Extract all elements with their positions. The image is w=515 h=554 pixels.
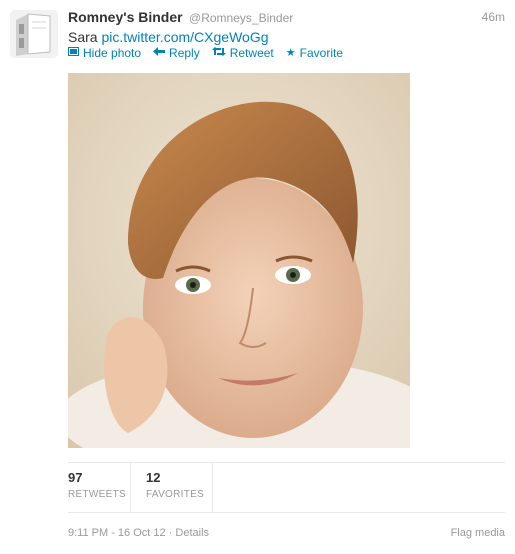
- binder-icon: [10, 10, 58, 58]
- meta-separator: ·: [168, 527, 173, 539]
- tweet-actions: Hide photo Reply Retweet ★ Favorite: [68, 46, 355, 60]
- tweet-text: Sara pic.twitter.com/CXgeWoGg: [68, 29, 269, 45]
- tweet-body: Sara: [68, 29, 98, 45]
- star-icon: ★: [285, 46, 296, 59]
- reply-icon: [153, 47, 166, 59]
- stats-top-divider: [68, 462, 505, 463]
- tweet-timestamp: 9:11 PM - 16 Oct 12: [68, 527, 166, 539]
- reply-label: Reply: [169, 46, 200, 60]
- retweet-label: Retweet: [229, 46, 274, 60]
- favorites-count: 12: [146, 470, 161, 485]
- retweets-count: 97: [68, 470, 83, 485]
- stats-separator: [130, 462, 131, 512]
- stats-separator: [212, 462, 213, 512]
- retweets-label: RETWEETS: [68, 489, 126, 500]
- retweet-icon: [211, 47, 226, 59]
- flag-media-link[interactable]: Flag media: [451, 527, 505, 539]
- favorite-label: Favorite: [299, 46, 343, 60]
- stats-bottom-divider: [68, 512, 505, 513]
- details-link[interactable]: Details: [175, 527, 209, 539]
- tweet-time[interactable]: 46m: [482, 10, 505, 24]
- favorites-stat[interactable]: 12 FAVORITES: [146, 470, 204, 500]
- reply-button[interactable]: Reply: [153, 46, 200, 60]
- tweet-photo-link[interactable]: pic.twitter.com/CXgeWoGg: [101, 29, 268, 45]
- favorites-label: FAVORITES: [146, 489, 205, 500]
- retweet-button[interactable]: Retweet: [211, 46, 274, 60]
- tweet-photo[interactable]: [68, 73, 410, 448]
- hide-photo-button[interactable]: Hide photo: [68, 46, 141, 60]
- tweet-header: Romney's Binder @Romneys_Binder 46m: [68, 9, 505, 29]
- retweets-stat[interactable]: 97 RETWEETS: [68, 470, 126, 500]
- hide-photo-label: Hide photo: [83, 46, 142, 60]
- portrait-photo-icon: [68, 73, 410, 448]
- author-name[interactable]: Romney's Binder: [68, 9, 183, 25]
- author-handle[interactable]: @Romneys_Binder: [189, 11, 293, 25]
- photo-icon: [68, 47, 79, 59]
- tweet-footer-meta: 9:11 PM - 16 Oct 12 · Details: [68, 527, 209, 539]
- avatar[interactable]: [10, 10, 58, 58]
- favorite-button[interactable]: ★ Favorite: [286, 46, 343, 60]
